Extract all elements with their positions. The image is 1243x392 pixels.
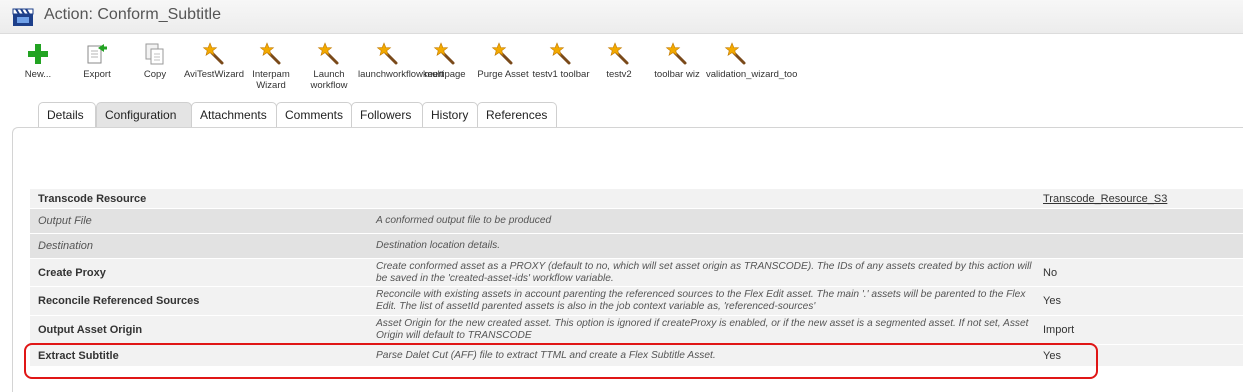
magic-wand-icon: [202, 42, 224, 65]
validation-wizard-button[interactable]: validation_wizard_too: [706, 40, 798, 80]
export-button-label: Export: [83, 69, 111, 80]
copy-button-label: Copy: [143, 69, 167, 80]
tab-references[interactable]: References: [477, 102, 557, 128]
magic-wand-icon: [724, 42, 746, 65]
config-row-output-asset-origin: Output Asset Origin Asset Origin for the…: [30, 316, 1243, 345]
avitestwizard-button[interactable]: AviTestWizard: [184, 40, 244, 80]
tab-details[interactable]: Details: [38, 102, 96, 128]
config-description: Destination location details.: [376, 240, 501, 251]
avitestwizard-label: AviTestWizard: [184, 69, 245, 80]
config-description: [376, 189, 1036, 208]
config-value: [1043, 209, 1243, 233]
launch-workflow-button[interactable]: Launch workflow: [300, 40, 358, 91]
toolbar-wiz-label: toolbar wiz: [654, 69, 700, 80]
config-name: Destination: [38, 240, 94, 252]
config-description: A conformed output file to be produced: [376, 215, 552, 226]
config-name: Create Proxy: [38, 266, 106, 279]
title-bar: Action: Conform_Subtitle: [0, 0, 1243, 34]
testv2-button[interactable]: testv2: [590, 40, 648, 80]
validation-wizard-label: validation_wizard_too: [706, 69, 798, 80]
config-name: Transcode Resource: [38, 192, 147, 205]
config-description: Create conformed asset as a PROXY (defau…: [376, 260, 1032, 284]
config-value: Import: [1043, 324, 1075, 336]
launchworkflowkeert-button[interactable]: launchworkflowkeert: [358, 40, 445, 80]
config-description: Reconcile with existing assets in accoun…: [376, 289, 1026, 312]
config-name: Output Asset Origin: [38, 324, 143, 336]
toolbar-wiz-button[interactable]: toolbar wiz: [648, 40, 706, 80]
purge-asset-button[interactable]: Purge Asset: [474, 40, 532, 80]
interpam-wizard-label: Interpam Wizard: [252, 69, 290, 91]
tab-configuration[interactable]: Configuration: [96, 102, 192, 128]
launchworkflowkeert-label: launchworkflowkeert: [358, 69, 445, 80]
config-row-destination: Destination Destination location details…: [30, 234, 1243, 259]
testv2-label: testv2: [606, 69, 632, 80]
multipage-button[interactable]: multipage: [416, 40, 474, 80]
tab-history[interactable]: History: [422, 102, 478, 128]
export-icon: [87, 44, 107, 64]
magic-wand-icon: [259, 42, 281, 65]
config-value: No: [1043, 266, 1058, 279]
config-value: [1043, 234, 1243, 258]
testv1-toolbar-button[interactable]: testv1 toolbar: [532, 40, 590, 80]
config-row-create-proxy: Create Proxy Create conformed asset as a…: [30, 259, 1243, 287]
config-name: Reconcile Referenced Sources: [38, 295, 200, 307]
launch-workflow-label: Launch workflow: [310, 69, 348, 91]
multipage-label: multipage: [424, 69, 466, 80]
config-row-transcode-resource: Transcode Resource Transcode_Resource_S3: [30, 189, 1243, 209]
config-row-output-file: Output File A conformed output file to b…: [30, 209, 1243, 234]
plus-icon: [28, 44, 48, 64]
new-button-label: New...: [24, 69, 52, 80]
toolbar: New... Export Copy AviTestWizard Interpa…: [0, 40, 1243, 96]
tab-comments[interactable]: Comments: [276, 102, 352, 128]
tab-attachments[interactable]: Attachments: [191, 102, 277, 128]
magic-wand-icon: [607, 42, 629, 65]
testv1-toolbar-label: testv1 toolbar: [532, 69, 590, 80]
export-button[interactable]: Export: [68, 40, 126, 80]
clapperboard-icon: [12, 8, 34, 26]
magic-wand-icon: [491, 42, 513, 65]
new-button[interactable]: New...: [9, 40, 67, 80]
config-description: Asset Origin for the new created asset. …: [376, 318, 1029, 341]
config-name: Output File: [38, 215, 92, 227]
magic-wand-icon: [376, 42, 398, 65]
tab-followers[interactable]: Followers: [351, 102, 423, 128]
highlight-annotation: [24, 343, 1098, 379]
magic-wand-icon: [665, 42, 687, 65]
config-value: Yes: [1043, 295, 1061, 307]
config-row-reconcile-referenced-sources: Reconcile Referenced Sources Reconcile w…: [30, 287, 1243, 316]
copy-icon: [145, 43, 164, 65]
transcode-resource-link[interactable]: Transcode_Resource_S3: [1043, 193, 1167, 205]
copy-button[interactable]: Copy: [126, 40, 184, 80]
magic-wand-icon: [433, 42, 455, 65]
magic-wand-icon: [549, 42, 571, 65]
magic-wand-icon: [317, 42, 339, 65]
interpam-wizard-button[interactable]: Interpam Wizard: [242, 40, 300, 91]
purge-asset-label: Purge Asset: [477, 69, 529, 80]
page-title: Action: Conform_Subtitle: [44, 6, 221, 23]
